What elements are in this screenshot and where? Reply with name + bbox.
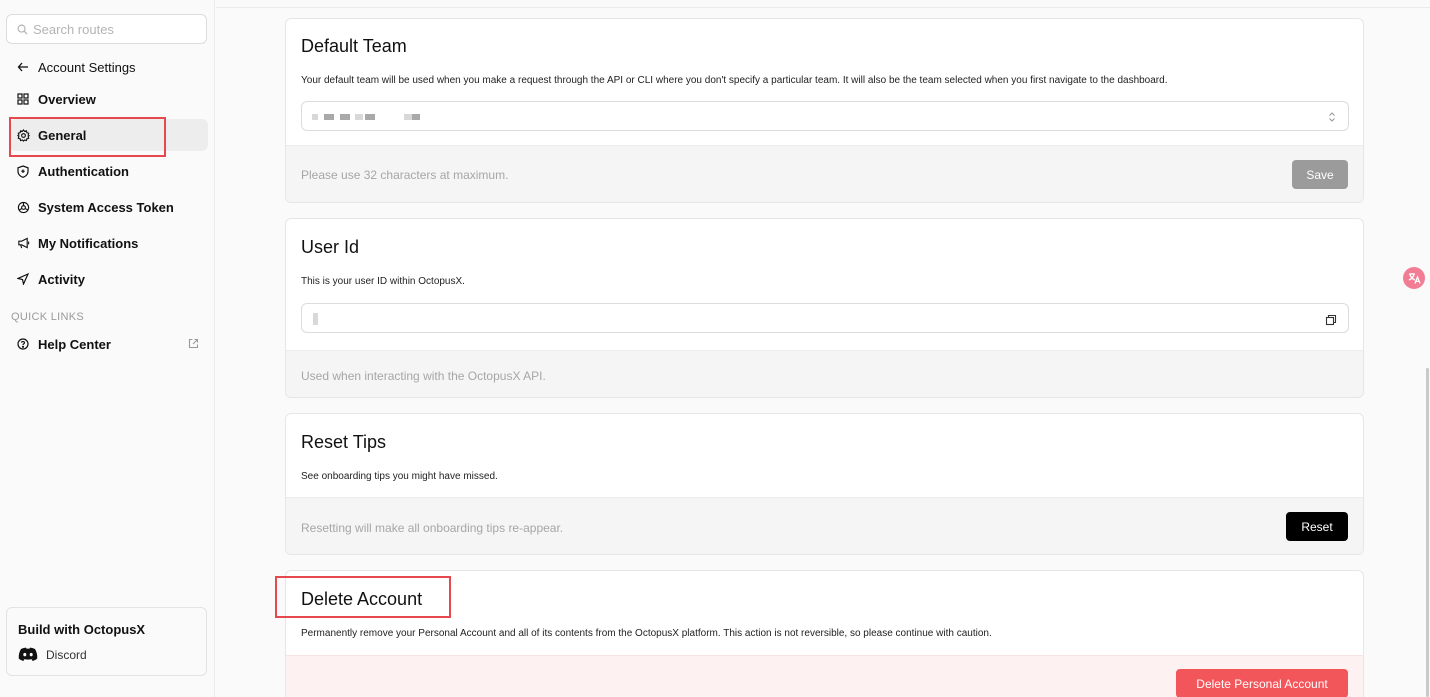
reset-tips-description: See onboarding tips you might have misse… [301, 471, 498, 482]
help-circle-icon [16, 337, 30, 351]
blurred-team-value [355, 114, 363, 120]
top-bar [216, 0, 1430, 8]
delete-personal-account-button[interactable]: Delete Personal Account [1176, 669, 1348, 697]
user-id-footer-note: Used when interacting with the OctopusX … [301, 369, 546, 383]
gear-icon [16, 128, 30, 142]
sidebar-item-system-access-token[interactable]: System Access Token [10, 191, 208, 223]
translate-icon[interactable] [1403, 267, 1425, 289]
sidebar-item-help-center[interactable]: Help Center [10, 328, 208, 360]
user-id-title: User Id [301, 237, 360, 257]
build-title: Build with OctopusX [18, 622, 146, 637]
sidebar-item-label: Authentication [38, 163, 129, 179]
reset-tips-card: Reset Tips See onboarding tips you might… [285, 413, 1364, 555]
sidebar-item-label: General [38, 127, 87, 143]
blurred-user-id [313, 313, 318, 325]
reset-tips-footer: Resetting will make all onboarding tips … [286, 497, 1363, 554]
search-icon [17, 24, 28, 35]
search-box[interactable] [6, 14, 207, 44]
send-icon [16, 272, 30, 286]
user-id-card: User Id This is your user ID within Octo… [285, 218, 1364, 398]
blurred-team-value [365, 114, 375, 120]
delete-account-footer: Delete Personal Account [286, 655, 1363, 697]
sidebar-item-activity[interactable]: Activity [10, 263, 208, 295]
copy-icon[interactable] [1325, 313, 1337, 331]
default-team-title: Default Team [301, 36, 407, 56]
sidebar-item-my-notifications[interactable]: My Notifications [10, 227, 208, 259]
scrollbar-thumb[interactable] [1426, 368, 1429, 697]
sidebar-item-label: Activity [38, 271, 85, 287]
default-team-footer-note: Please use 32 characters at maximum. [301, 168, 509, 182]
chevron-updown-icon [1327, 110, 1337, 128]
delete-account-card: Delete Account Permanently remove your P… [285, 570, 1364, 697]
default-team-footer: Please use 32 characters at maximum. Sav… [286, 145, 1363, 202]
sidebar-item-overview[interactable]: Overview [10, 83, 208, 115]
discord-label: Discord [46, 647, 87, 662]
delete-account-description: Permanently remove your Personal Account… [301, 628, 992, 639]
sidebar-item-label: Overview [38, 91, 96, 107]
sidebar: Account Settings Overview General Authen… [0, 0, 215, 697]
build-with-card: Build with OctopusX Discord [6, 607, 207, 676]
sidebar-item-label: System Access Token [38, 199, 174, 215]
blurred-team-value [324, 114, 334, 120]
arrow-left-icon [16, 60, 30, 74]
discord-link[interactable]: Discord [18, 647, 87, 662]
search-input[interactable] [33, 21, 203, 37]
sidebar-item-label: My Notifications [38, 235, 139, 251]
blurred-team-value [412, 114, 420, 120]
user-id-footer: Used when interacting with the OctopusX … [286, 350, 1363, 397]
discord-icon [18, 647, 38, 661]
sidebar-item-authentication[interactable]: Authentication [10, 155, 208, 187]
back-to-account-settings[interactable]: Account Settings [10, 51, 208, 83]
back-label: Account Settings [38, 59, 136, 75]
reset-button[interactable]: Reset [1286, 512, 1348, 541]
default-team-select[interactable] [301, 101, 1349, 131]
external-link-icon [188, 337, 199, 352]
user-id-description: This is your user ID within OctopusX. [301, 276, 465, 287]
user-id-field[interactable] [301, 303, 1349, 333]
delete-account-title: Delete Account [301, 589, 423, 609]
reset-tips-title: Reset Tips [301, 432, 387, 452]
grid-icon [16, 92, 30, 106]
main-content: Default Team Your default team will be u… [216, 0, 1430, 697]
save-button[interactable]: Save [1292, 160, 1348, 189]
sidebar-item-label: Help Center [38, 336, 111, 352]
sidebar-item-general[interactable]: General [10, 119, 208, 151]
reset-tips-footer-note: Resetting will make all onboarding tips … [301, 521, 564, 535]
shield-icon [16, 164, 30, 178]
blurred-team-value [312, 114, 318, 120]
quick-links-heading: QUICK LINKS [11, 311, 84, 323]
default-team-card: Default Team Your default team will be u… [285, 18, 1364, 203]
blurred-team-value [404, 114, 412, 120]
blurred-team-value [340, 114, 350, 120]
token-icon [16, 200, 30, 214]
default-team-description: Your default team will be used when you … [301, 75, 1168, 86]
megaphone-icon [16, 236, 30, 250]
